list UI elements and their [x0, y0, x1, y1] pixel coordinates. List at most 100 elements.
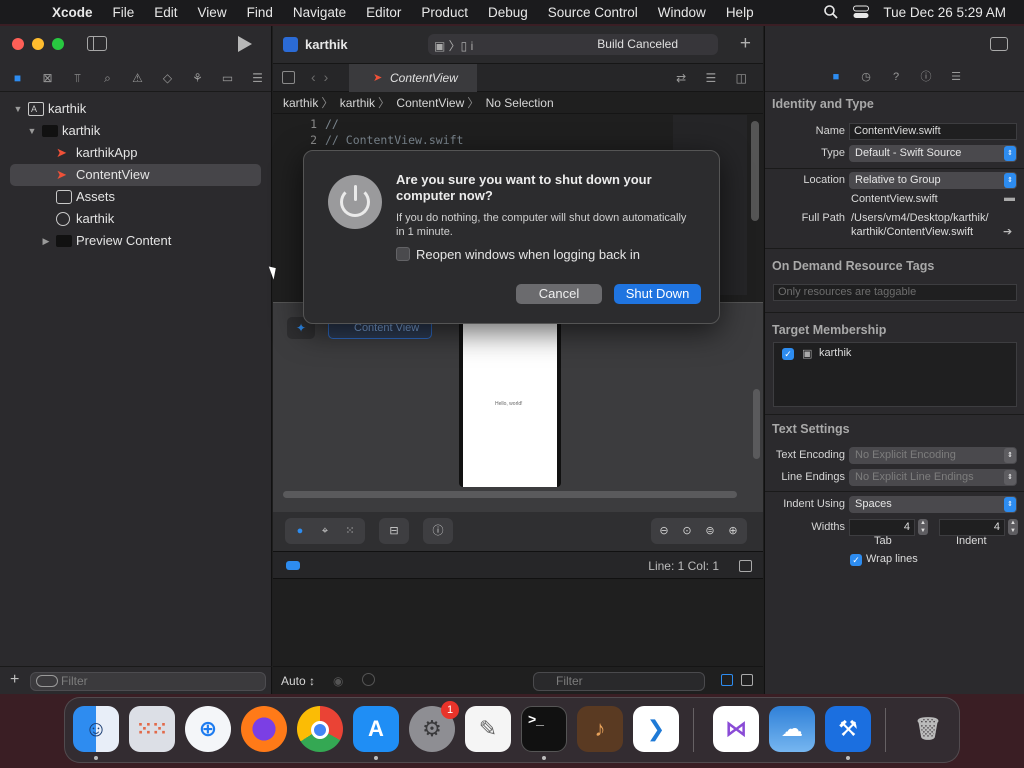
console-filter-input[interactable]: Filter — [533, 672, 705, 691]
eye-icon[interactable]: ◉ — [333, 674, 343, 688]
zoom-in-icon[interactable]: ⊕ — [724, 522, 742, 540]
zoom-actual-icon[interactable]: ⊜ — [701, 522, 719, 540]
menu-clock[interactable]: Tue Dec 26 5:29 AM — [869, 5, 1024, 20]
code-line[interactable]: // — [325, 117, 339, 131]
tree-item-entitlements[interactable]: karthik — [0, 208, 271, 230]
history-inspector-icon[interactable]: ◷ — [859, 70, 873, 84]
source-control-navigator-icon[interactable]: ⊠ — [38, 71, 57, 85]
indent-width-field[interactable]: 4 — [939, 519, 1005, 536]
indent-using-popup[interactable]: Spaces ⇕ — [849, 496, 1017, 513]
reopen-windows-checkbox[interactable] — [396, 247, 410, 261]
back-forward-arrows-icon[interactable]: ‹› — [311, 69, 336, 85]
scheme-selector[interactable]: ▣ 〉▯ i — [434, 37, 473, 54]
editor-options-icon[interactable]: ⇄ ☰ ◫ — [676, 71, 755, 85]
breakpoint-navigator-icon[interactable]: ▭ — [218, 71, 237, 85]
safari-icon[interactable]: ⊕ — [185, 706, 231, 752]
help-inspector-icon[interactable]: ? — [889, 70, 903, 84]
device-settings-icon[interactable]: ⊟ — [385, 522, 403, 540]
run-icon[interactable] — [238, 36, 252, 52]
chrome-icon[interactable] — [297, 706, 343, 752]
trash-icon[interactable]: 🗑 — [905, 706, 951, 752]
reopen-windows-label[interactable]: Reopen windows when logging back in — [416, 247, 640, 262]
menu-window[interactable]: Window — [648, 5, 716, 20]
menu-find[interactable]: Find — [237, 5, 283, 20]
activity-view[interactable]: ▣ 〉▯ i Build Canceled — [428, 34, 718, 55]
menu-help[interactable]: Help — [716, 5, 764, 20]
close-window-button[interactable] — [12, 38, 24, 50]
info-icon[interactable] — [362, 673, 375, 686]
tree-item-group[interactable]: ▼ karthik — [0, 120, 271, 142]
test-navigator-icon[interactable]: ◇ — [158, 71, 177, 85]
selectable-mode-icon[interactable]: ⌖ — [316, 522, 334, 540]
menu-product[interactable]: Product — [411, 5, 478, 20]
weather-icon[interactable]: ☁ — [769, 706, 815, 752]
toggle-debug-area-icon[interactable] — [739, 560, 752, 572]
tab-width-stepper[interactable]: ▲ ▼ — [918, 519, 928, 535]
navigator-filter-input[interactable]: Filter — [30, 672, 266, 691]
wrap-lines-checkbox[interactable]: ✓ — [850, 554, 862, 566]
line-endings-popup[interactable]: No Explicit Line Endings ⇕ — [849, 469, 1017, 486]
menu-edit[interactable]: Edit — [144, 5, 187, 20]
canvas-vertical-scrollbar[interactable] — [753, 389, 760, 459]
console-split-left-icon[interactable] — [721, 674, 733, 686]
disclosure-open-icon[interactable]: ▼ — [12, 98, 24, 120]
firefox-icon[interactable] — [241, 706, 287, 752]
canvas-horizontal-scrollbar[interactable] — [283, 491, 737, 498]
name-field[interactable]: ContentView.swift — [849, 123, 1017, 140]
folder-navigator-icon[interactable]: ■ — [8, 71, 27, 85]
disclosure-open-icon[interactable]: ▼ — [26, 120, 38, 142]
app-store-icon[interactable]: A — [353, 706, 399, 752]
tree-item-file[interactable]: ➤ karthikApp — [0, 142, 271, 164]
filter-options-icon[interactable] — [36, 675, 58, 687]
show-debug-area-icon[interactable] — [286, 561, 300, 570]
preview-info-icon[interactable]: ⓘ — [429, 522, 447, 540]
variables-view-selector[interactable]: Auto ↕ — [281, 674, 315, 688]
symbol-navigator-icon[interactable]: ⫪ — [68, 71, 87, 85]
tree-item-project[interactable]: ▼ karthik — [0, 98, 271, 120]
console-split-right-icon[interactable] — [741, 674, 753, 686]
terminal-icon[interactable]: >_ — [521, 706, 567, 752]
garageband-icon[interactable]: ♪ — [577, 706, 623, 752]
control-center-icon[interactable] — [853, 5, 870, 19]
menu-source-control[interactable]: Source Control — [538, 5, 648, 20]
live-preview-icon[interactable]: ● — [291, 522, 309, 540]
xcode-icon[interactable]: ⚒ — [825, 706, 871, 752]
jump-bar-group[interactable]: karthik — [340, 96, 375, 110]
menu-view[interactable]: View — [188, 5, 237, 20]
attributes-inspector-icon[interactable]: ☰ — [949, 70, 963, 84]
issue-navigator-icon[interactable]: ⚠ — [128, 71, 147, 85]
editor-scrollbar[interactable] — [751, 121, 759, 221]
launchpad-icon[interactable]: ⁙⁙ — [129, 706, 175, 752]
variants-icon[interactable]: ⁙ — [341, 522, 359, 540]
cancel-button[interactable]: Cancel — [516, 284, 602, 304]
disclosure-closed-icon[interactable]: ▶ — [40, 230, 52, 252]
zoom-fit-icon[interactable]: ⊙ — [678, 522, 696, 540]
debug-navigator-icon[interactable]: ⚘ — [188, 71, 207, 85]
tree-item-file-selected[interactable]: ➤ ContentView — [10, 164, 261, 186]
code-line[interactable]: // ContentView.swift — [325, 133, 463, 147]
indent-width-stepper[interactable]: ▲ ▼ — [1008, 519, 1018, 535]
zoom-window-button[interactable] — [52, 38, 64, 50]
folder-reveal-icon[interactable]: ▬ — [1004, 192, 1015, 204]
add-library-icon[interactable]: + — [740, 33, 751, 55]
run-destination[interactable]: i — [471, 39, 474, 53]
tab-contentview[interactable]: ➤ ContentView — [349, 64, 477, 92]
report-navigator-icon[interactable]: ☰ — [248, 71, 267, 85]
visual-studio-icon[interactable]: ⋈ — [713, 706, 759, 752]
jump-bar-file[interactable]: ContentView — [396, 96, 464, 110]
vscode-icon[interactable]: ❯ — [633, 706, 679, 752]
tab-width-field[interactable]: 4 — [849, 519, 915, 536]
textedit-icon[interactable]: ✎ — [465, 706, 511, 752]
location-popup[interactable]: Relative to Group ⇕ — [849, 172, 1017, 189]
zoom-out-icon[interactable]: ⊖ — [655, 522, 673, 540]
menu-navigate[interactable]: Navigate — [283, 5, 356, 20]
reveal-arrow-icon[interactable]: ➔ — [1003, 225, 1012, 238]
menu-debug[interactable]: Debug — [478, 5, 538, 20]
system-settings-icon[interactable]: ⚙ 1 — [409, 701, 459, 752]
tree-item-assets[interactable]: Assets — [0, 186, 271, 208]
shut-down-button[interactable]: Shut Down — [614, 284, 701, 304]
file-inspector-icon[interactable]: ■ — [829, 70, 843, 84]
add-file-icon[interactable]: + — [10, 671, 19, 689]
jump-bar-selection[interactable]: No Selection — [486, 96, 554, 110]
target-checkbox[interactable]: ✓ — [782, 348, 794, 360]
